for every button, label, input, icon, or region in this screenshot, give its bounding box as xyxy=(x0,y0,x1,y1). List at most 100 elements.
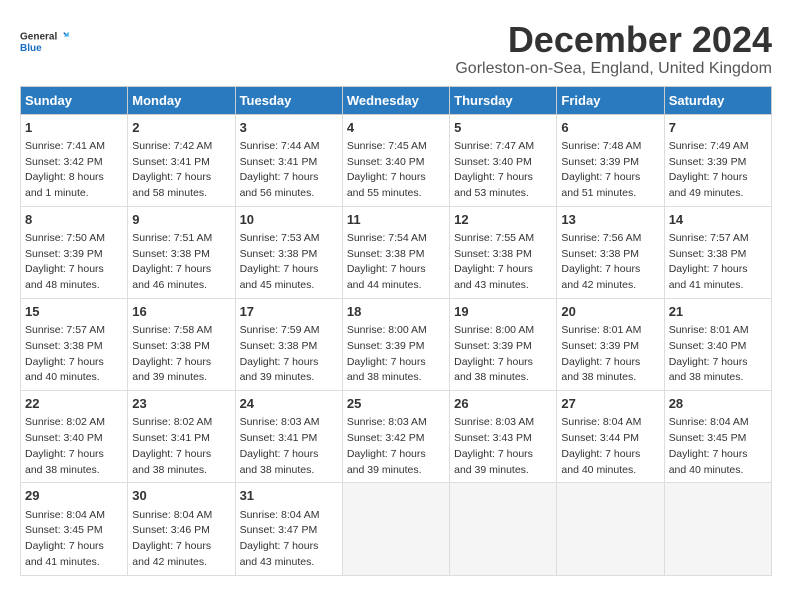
sunset-text: Sunset: 3:43 PM xyxy=(454,431,552,447)
day-number: 26 xyxy=(454,395,552,413)
sunset-text: Sunset: 3:40 PM xyxy=(454,155,552,171)
day-info: Sunrise: 8:03 AM Sunset: 3:42 PM Dayligh… xyxy=(347,415,445,478)
calendar-cell: 17 Sunrise: 7:59 AM Sunset: 3:38 PM Dayl… xyxy=(235,298,342,390)
day-number: 31 xyxy=(240,487,338,505)
day-number: 18 xyxy=(347,303,445,321)
sunrise-text: Sunrise: 8:03 AM xyxy=(347,415,445,431)
day-info: Sunrise: 7:56 AM Sunset: 3:38 PM Dayligh… xyxy=(561,231,659,294)
daylight-text: Daylight: 7 hoursand 43 minutes. xyxy=(454,262,552,294)
sunset-text: Sunset: 3:39 PM xyxy=(669,155,767,171)
header-sunday: Sunday xyxy=(21,86,128,114)
sunrise-text: Sunrise: 8:03 AM xyxy=(240,415,338,431)
sunrise-text: Sunrise: 8:00 AM xyxy=(454,323,552,339)
daylight-text: Daylight: 7 hoursand 39 minutes. xyxy=(240,355,338,387)
sunrise-text: Sunrise: 8:02 AM xyxy=(25,415,123,431)
daylight-text: Daylight: 7 hoursand 56 minutes. xyxy=(240,170,338,202)
week-row-3: 15 Sunrise: 7:57 AM Sunset: 3:38 PM Dayl… xyxy=(21,298,772,390)
sunset-text: Sunset: 3:40 PM xyxy=(25,431,123,447)
day-info: Sunrise: 8:02 AM Sunset: 3:41 PM Dayligh… xyxy=(132,415,230,478)
sunset-text: Sunset: 3:42 PM xyxy=(25,155,123,171)
day-number: 20 xyxy=(561,303,659,321)
page-header: General Blue December 2024 Gorleston-on-… xyxy=(20,20,772,78)
daylight-text: Daylight: 7 hoursand 40 minutes. xyxy=(669,447,767,479)
week-row-5: 29 Sunrise: 8:04 AM Sunset: 3:45 PM Dayl… xyxy=(21,483,772,575)
day-number: 14 xyxy=(669,211,767,229)
sunset-text: Sunset: 3:38 PM xyxy=(132,247,230,263)
day-number: 27 xyxy=(561,395,659,413)
week-row-4: 22 Sunrise: 8:02 AM Sunset: 3:40 PM Dayl… xyxy=(21,391,772,483)
sunrise-text: Sunrise: 8:04 AM xyxy=(25,508,123,524)
sunset-text: Sunset: 3:38 PM xyxy=(240,247,338,263)
header-tuesday: Tuesday xyxy=(235,86,342,114)
calendar-cell: 14 Sunrise: 7:57 AM Sunset: 3:38 PM Dayl… xyxy=(664,206,771,298)
day-number: 5 xyxy=(454,119,552,137)
daylight-text: Daylight: 7 hoursand 45 minutes. xyxy=(240,262,338,294)
day-number: 17 xyxy=(240,303,338,321)
daylight-text: Daylight: 7 hoursand 39 minutes. xyxy=(132,355,230,387)
day-number: 21 xyxy=(669,303,767,321)
calendar-cell: 5 Sunrise: 7:47 AM Sunset: 3:40 PM Dayli… xyxy=(450,114,557,206)
sunset-text: Sunset: 3:46 PM xyxy=(132,523,230,539)
day-info: Sunrise: 7:51 AM Sunset: 3:38 PM Dayligh… xyxy=(132,231,230,294)
day-number: 11 xyxy=(347,211,445,229)
daylight-text: Daylight: 7 hoursand 40 minutes. xyxy=(25,355,123,387)
calendar-cell: 18 Sunrise: 8:00 AM Sunset: 3:39 PM Dayl… xyxy=(342,298,449,390)
day-info: Sunrise: 7:54 AM Sunset: 3:38 PM Dayligh… xyxy=(347,231,445,294)
day-number: 8 xyxy=(25,211,123,229)
day-info: Sunrise: 7:47 AM Sunset: 3:40 PM Dayligh… xyxy=(454,139,552,202)
calendar-table: SundayMondayTuesdayWednesdayThursdayFrid… xyxy=(20,86,772,576)
sunrise-text: Sunrise: 7:58 AM xyxy=(132,323,230,339)
sunset-text: Sunset: 3:39 PM xyxy=(25,247,123,263)
calendar-cell: 6 Sunrise: 7:48 AM Sunset: 3:39 PM Dayli… xyxy=(557,114,664,206)
sunrise-text: Sunrise: 7:42 AM xyxy=(132,139,230,155)
day-info: Sunrise: 8:03 AM Sunset: 3:43 PM Dayligh… xyxy=(454,415,552,478)
logo-svg: General Blue xyxy=(20,20,70,65)
sunset-text: Sunset: 3:38 PM xyxy=(25,339,123,355)
calendar-cell: 28 Sunrise: 8:04 AM Sunset: 3:45 PM Dayl… xyxy=(664,391,771,483)
day-number: 4 xyxy=(347,119,445,137)
calendar-cell: 29 Sunrise: 8:04 AM Sunset: 3:45 PM Dayl… xyxy=(21,483,128,575)
sunset-text: Sunset: 3:38 PM xyxy=(240,339,338,355)
sunrise-text: Sunrise: 7:51 AM xyxy=(132,231,230,247)
daylight-text: Daylight: 7 hoursand 39 minutes. xyxy=(454,447,552,479)
calendar-cell: 16 Sunrise: 7:58 AM Sunset: 3:38 PM Dayl… xyxy=(128,298,235,390)
day-info: Sunrise: 8:00 AM Sunset: 3:39 PM Dayligh… xyxy=(347,323,445,386)
header-thursday: Thursday xyxy=(450,86,557,114)
calendar-cell: 27 Sunrise: 8:04 AM Sunset: 3:44 PM Dayl… xyxy=(557,391,664,483)
daylight-text: Daylight: 7 hoursand 41 minutes. xyxy=(669,262,767,294)
daylight-text: Daylight: 7 hoursand 53 minutes. xyxy=(454,170,552,202)
day-info: Sunrise: 8:01 AM Sunset: 3:40 PM Dayligh… xyxy=(669,323,767,386)
day-number: 22 xyxy=(25,395,123,413)
daylight-text: Daylight: 7 hoursand 38 minutes. xyxy=(240,447,338,479)
day-info: Sunrise: 7:59 AM Sunset: 3:38 PM Dayligh… xyxy=(240,323,338,386)
sunrise-text: Sunrise: 7:57 AM xyxy=(669,231,767,247)
calendar-cell xyxy=(342,483,449,575)
day-number: 23 xyxy=(132,395,230,413)
sunrise-text: Sunrise: 8:03 AM xyxy=(454,415,552,431)
sunrise-text: Sunrise: 7:50 AM xyxy=(25,231,123,247)
sunrise-text: Sunrise: 7:53 AM xyxy=(240,231,338,247)
calendar-cell: 7 Sunrise: 7:49 AM Sunset: 3:39 PM Dayli… xyxy=(664,114,771,206)
logo: General Blue xyxy=(20,20,70,65)
day-number: 13 xyxy=(561,211,659,229)
sunrise-text: Sunrise: 7:54 AM xyxy=(347,231,445,247)
day-info: Sunrise: 7:50 AM Sunset: 3:39 PM Dayligh… xyxy=(25,231,123,294)
day-info: Sunrise: 7:57 AM Sunset: 3:38 PM Dayligh… xyxy=(25,323,123,386)
daylight-text: Daylight: 7 hoursand 38 minutes. xyxy=(25,447,123,479)
daylight-text: Daylight: 7 hoursand 38 minutes. xyxy=(669,355,767,387)
sunrise-text: Sunrise: 8:00 AM xyxy=(347,323,445,339)
calendar-cell: 21 Sunrise: 8:01 AM Sunset: 3:40 PM Dayl… xyxy=(664,298,771,390)
calendar-cell: 1 Sunrise: 7:41 AM Sunset: 3:42 PM Dayli… xyxy=(21,114,128,206)
day-number: 16 xyxy=(132,303,230,321)
day-info: Sunrise: 8:01 AM Sunset: 3:39 PM Dayligh… xyxy=(561,323,659,386)
sunrise-text: Sunrise: 8:04 AM xyxy=(669,415,767,431)
sunset-text: Sunset: 3:38 PM xyxy=(132,339,230,355)
svg-text:Blue: Blue xyxy=(20,43,42,54)
day-info: Sunrise: 7:45 AM Sunset: 3:40 PM Dayligh… xyxy=(347,139,445,202)
daylight-text: Daylight: 7 hoursand 58 minutes. xyxy=(132,170,230,202)
sunrise-text: Sunrise: 7:44 AM xyxy=(240,139,338,155)
daylight-text: Daylight: 7 hoursand 55 minutes. xyxy=(347,170,445,202)
calendar-cell xyxy=(450,483,557,575)
day-number: 1 xyxy=(25,119,123,137)
sunset-text: Sunset: 3:40 PM xyxy=(347,155,445,171)
